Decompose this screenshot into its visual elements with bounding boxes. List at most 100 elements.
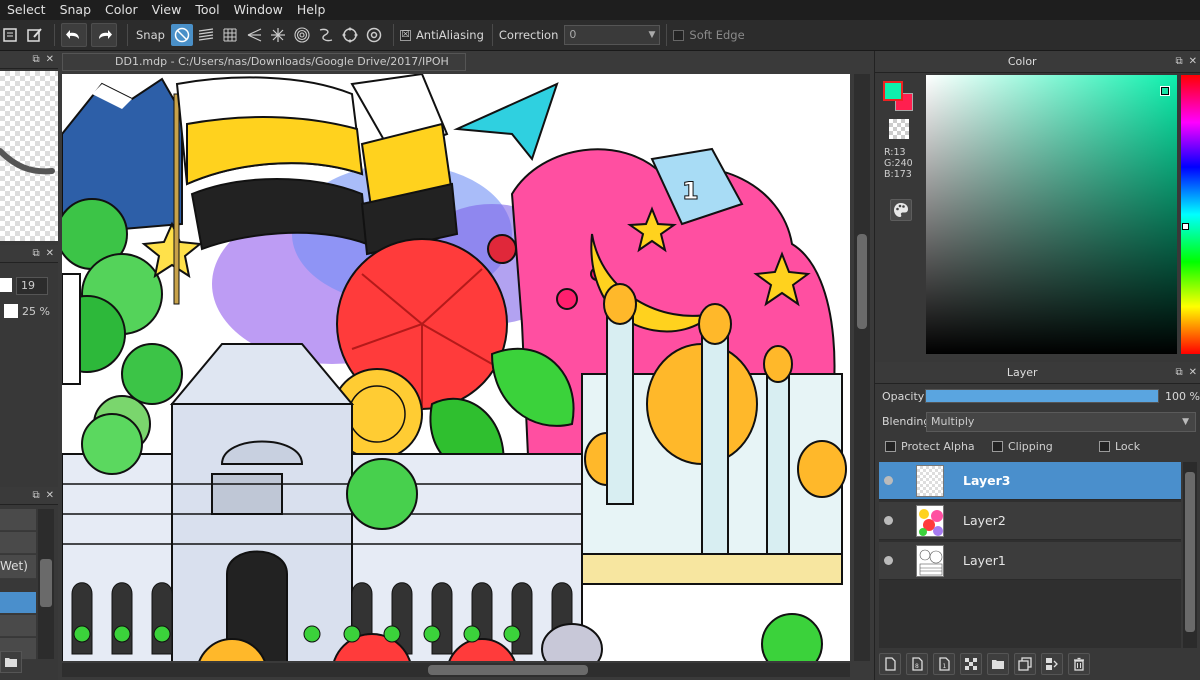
brush-list-item[interactable] xyxy=(0,532,36,554)
correction-select[interactable]: 0 ▼ xyxy=(564,25,661,45)
chevron-down-icon: ▼ xyxy=(1182,417,1189,427)
lock-checkbox[interactable] xyxy=(1099,441,1110,452)
opacity-slider[interactable] xyxy=(925,389,1159,403)
antialiasing-checkbox[interactable]: ☒ xyxy=(399,29,411,41)
parallel-lines-snap-icon[interactable] xyxy=(195,24,217,46)
foreground-color-swatch[interactable] xyxy=(883,81,903,101)
menu-window[interactable]: Window xyxy=(227,0,290,20)
layer-1bit-icon: 1 xyxy=(939,657,950,671)
merge-layer-button[interactable] xyxy=(1041,653,1063,675)
brush-stroke-preview xyxy=(0,71,58,241)
scrollbar-thumb[interactable] xyxy=(1185,472,1195,632)
menu-view[interactable]: View xyxy=(145,0,189,20)
close-icon[interactable]: ✕ xyxy=(46,54,54,65)
palette-button[interactable] xyxy=(890,199,912,221)
brush-opacity-value: 25 % xyxy=(22,305,50,318)
blending-label: Blending xyxy=(882,415,931,428)
close-icon[interactable]: ✕ xyxy=(46,490,54,501)
brush-list-item[interactable] xyxy=(0,509,36,531)
menu-select[interactable]: Select xyxy=(0,0,53,20)
transparent-color-swatch[interactable] xyxy=(889,119,909,139)
new-8bit-layer-button[interactable]: 8 xyxy=(906,653,928,675)
brush-opacity-swatch xyxy=(4,304,18,318)
canvas-vertical-scrollbar[interactable] xyxy=(854,74,870,661)
grid-snap-icon[interactable] xyxy=(219,24,241,46)
drawing-canvas[interactable]: 1 xyxy=(62,74,850,661)
close-icon[interactable]: ✕ xyxy=(1189,367,1197,378)
right-panel: Color ⧉ ✕ R:13 G:240 B:173 Layer ⧉ ✕ Opa… xyxy=(874,51,1200,680)
clipping-option[interactable]: Clipping xyxy=(992,440,1053,453)
layer-row-layer1[interactable]: Layer1 xyxy=(879,542,1181,580)
opacity-slider-fill xyxy=(926,390,1158,402)
protect-alpha-option[interactable]: Protect Alpha xyxy=(885,440,975,453)
document-tab[interactable]: DD1.mdp - C:/Users/nas/Downloads/Google … xyxy=(62,53,466,71)
foreground-background-swatches[interactable] xyxy=(883,81,915,113)
folder-button[interactable] xyxy=(0,651,22,673)
menu-help[interactable]: Help xyxy=(290,0,333,20)
opacity-value: 100 % xyxy=(1165,390,1200,403)
edit-icon[interactable] xyxy=(24,24,46,46)
canvas-horizontal-scrollbar[interactable] xyxy=(62,663,850,677)
circle-snap-icon[interactable] xyxy=(339,24,361,46)
protect-alpha-label: Protect Alpha xyxy=(901,440,975,453)
popout-icon[interactable]: ⧉ xyxy=(32,490,39,501)
layer-name: Layer1 xyxy=(963,553,1006,568)
popout-icon[interactable]: ⧉ xyxy=(1175,56,1182,67)
brush-list-scrollbar[interactable] xyxy=(38,509,54,659)
blending-mode-select[interactable]: Multiply ▼ xyxy=(926,412,1196,432)
brush-list-item-selected[interactable] xyxy=(0,592,36,614)
protect-alpha-checkbox[interactable] xyxy=(885,441,896,452)
popout-icon[interactable]: ⧉ xyxy=(32,248,39,259)
brush-list-item[interactable]: Wet) xyxy=(0,555,36,579)
soft-edge-checkbox[interactable] xyxy=(673,29,685,41)
curve-snap-icon[interactable] xyxy=(315,24,337,46)
hue-slider[interactable] xyxy=(1181,75,1200,354)
concentric-snap-icon[interactable] xyxy=(291,24,313,46)
new-halftone-layer-button[interactable] xyxy=(960,653,982,675)
close-icon[interactable]: ✕ xyxy=(1189,56,1197,67)
scrollbar-thumb[interactable] xyxy=(40,559,52,607)
folder-icon xyxy=(992,660,1004,669)
delete-layer-button[interactable] xyxy=(1068,653,1090,675)
color-picker-cursor[interactable] xyxy=(1160,86,1170,96)
new-layer-button[interactable] xyxy=(879,653,901,675)
snap-off-icon[interactable] xyxy=(170,24,193,46)
perspective-snap-icon[interactable] xyxy=(243,24,265,46)
popout-icon[interactable]: ⧉ xyxy=(1175,367,1182,378)
svg-text:1: 1 xyxy=(943,663,947,670)
visibility-toggle[interactable] xyxy=(884,556,893,565)
visibility-toggle[interactable] xyxy=(884,516,893,525)
layer-row-layer3[interactable]: Layer3 xyxy=(879,462,1181,500)
layer-list-scrollbar[interactable] xyxy=(1183,462,1197,648)
new-1bit-layer-button[interactable]: 1 xyxy=(933,653,955,675)
layer-name: Layer2 xyxy=(963,513,1006,528)
radial-snap-icon[interactable] xyxy=(267,24,289,46)
snap-settings-icon[interactable] xyxy=(363,24,385,46)
antialiasing-label: AntiAliasing xyxy=(415,28,484,42)
layer-thumbnail xyxy=(916,505,944,537)
list-icon[interactable] xyxy=(0,24,22,46)
scrollbar-thumb[interactable] xyxy=(857,234,867,329)
rgb-readout: R:13 G:240 B:173 xyxy=(884,147,913,180)
toolbar-divider xyxy=(666,24,668,46)
redo-button[interactable] xyxy=(91,23,117,47)
new-folder-button[interactable] xyxy=(987,653,1009,675)
menu-color[interactable]: Color xyxy=(98,0,145,20)
brush-size-field[interactable]: 19 xyxy=(16,277,48,295)
menu-tool[interactable]: Tool xyxy=(188,0,226,20)
menu-snap[interactable]: Snap xyxy=(53,0,98,20)
duplicate-layer-button[interactable] xyxy=(1014,653,1036,675)
undo-button[interactable] xyxy=(61,23,87,47)
lock-option[interactable]: Lock xyxy=(1099,440,1140,453)
brush-list-item[interactable] xyxy=(0,615,36,637)
layer-thumbnail xyxy=(916,465,944,497)
close-icon[interactable]: ✕ xyxy=(46,248,54,259)
hue-slider-handle[interactable] xyxy=(1182,223,1189,230)
popout-icon[interactable]: ⧉ xyxy=(32,54,39,65)
clipping-checkbox[interactable] xyxy=(992,441,1003,452)
saturation-value-picker[interactable] xyxy=(926,75,1177,354)
soft-edge-label: Soft Edge xyxy=(689,28,745,42)
visibility-toggle[interactable] xyxy=(884,476,893,485)
scrollbar-thumb[interactable] xyxy=(428,665,588,675)
layer-row-layer2[interactable]: Layer2 xyxy=(879,502,1181,540)
